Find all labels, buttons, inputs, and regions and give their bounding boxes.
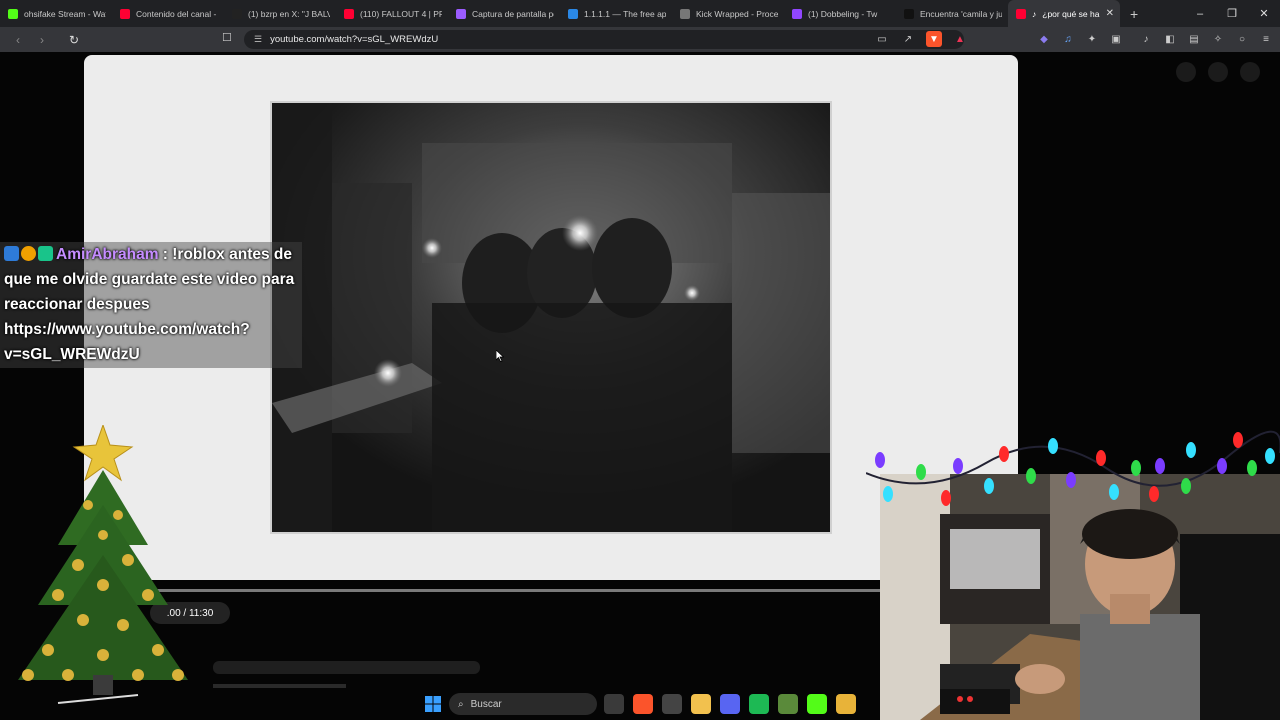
sub-months-badge-icon: [38, 246, 53, 261]
windows-taskbar: ⌕ Buscar: [0, 688, 880, 720]
extensions-puzzle-icon[interactable]: ✦: [1084, 31, 1100, 47]
tab-title: Contenido del canal - Y: [136, 8, 218, 19]
webcam-feed: [880, 474, 1280, 720]
gifter-badge-icon: [21, 246, 36, 261]
browser-toolbar: ‹ › ↻ ☐ ☰ youtube.com/watch?v=sGL_WREWdz…: [0, 27, 1280, 52]
browser-tab[interactable]: Captura de pantalla po: [448, 0, 560, 27]
search-icon: ⌕: [458, 698, 464, 710]
sidebar-icon[interactable]: ◧: [1162, 31, 1178, 47]
restore-icon[interactable]: ❐: [1216, 0, 1248, 27]
browser-tab[interactable]: Encuentra 'camila y juli: [896, 0, 1008, 27]
tab-title: 1.1.1.1 — The free app: [584, 8, 666, 19]
twitch-icon: [792, 8, 802, 19]
youtube-icon: [120, 8, 130, 19]
url-text: youtube.com/watch?v=sGL_WREWdzU: [270, 34, 439, 45]
kick-icon: [8, 8, 18, 19]
browser-tab[interactable]: ohsifake Stream - Wat: [0, 0, 112, 27]
vpn-icon[interactable]: ○: [1234, 31, 1250, 47]
browser-tab[interactable]: (110) FALLOUT 4 | PRIM: [336, 0, 448, 27]
bookmark-icon[interactable]: ☐: [222, 31, 232, 44]
new-tab-button[interactable]: +: [1120, 6, 1148, 22]
close-window-icon[interactable]: ✕: [1248, 0, 1280, 27]
browser-tab[interactable]: (1) bzrp en X: "J BALVIN: [224, 0, 336, 27]
taskbar-search-input[interactable]: ⌕ Buscar: [449, 693, 597, 715]
pen-icon: [456, 8, 466, 19]
spotify-icon[interactable]: [749, 694, 769, 714]
chat-message-body: que me olvide guardate este video para r…: [4, 271, 295, 363]
kick-icon[interactable]: [807, 694, 827, 714]
progress-bar[interactable]: [84, 589, 880, 592]
back-button[interactable]: ‹: [8, 30, 28, 50]
chat-username: AmirAbraham: [56, 246, 159, 263]
taskbar-search-placeholder: Buscar: [470, 698, 502, 710]
browser-tab[interactable]: 1.1.1.1 — The free app: [560, 0, 672, 27]
minecraft-icon[interactable]: [778, 694, 798, 714]
brave-icon[interactable]: [633, 694, 653, 714]
brave-shields-icon[interactable]: ▼: [926, 31, 942, 47]
screen: ohsifake Stream - Wat Contenido del canal…: [0, 0, 1280, 720]
video-title-placeholder: [213, 661, 480, 674]
brave-rewards-icon[interactable]: ▲: [952, 31, 968, 47]
tab-title: Captura de pantalla po: [472, 8, 554, 19]
tab-title: (1) bzrp en X: "J BALVIN: [248, 8, 330, 19]
screenshot-icon[interactable]: ▣: [1108, 31, 1124, 47]
close-tab-icon[interactable]: ✕: [1106, 8, 1114, 19]
minimize-icon[interactable]: –: [1184, 0, 1216, 27]
tab-title: ohsifake Stream - Wat: [24, 8, 106, 19]
cloudflare-icon: [568, 8, 578, 19]
tiktok-icon: [904, 8, 914, 19]
tab-title: (1) Dobbeling - Tw: [808, 8, 878, 19]
globe-icon: [680, 8, 690, 19]
create-icon[interactable]: [1176, 62, 1196, 82]
youtube-icon: [344, 8, 354, 19]
chat-overlay-message: AmirAbraham : !roblox antes de que me ol…: [0, 242, 302, 368]
tab-title: Kick Wrapped - Proces: [696, 8, 778, 19]
x-icon: [232, 8, 242, 19]
tab-title: Encuentra 'camila y juli: [920, 8, 1002, 19]
chat-badges: [4, 246, 53, 261]
site-info-icon[interactable]: ☰: [254, 34, 262, 45]
task-view-icon[interactable]: [604, 694, 624, 714]
video-scene-image: [272, 103, 830, 532]
chat-message-line1: : !roblox antes de: [158, 246, 292, 263]
browser-tab[interactable]: (1) Dobbeling - Tw: [784, 0, 896, 27]
browser-tab[interactable]: ♪ ¿por qué se ha ✕: [1008, 0, 1120, 27]
forward-button[interactable]: ›: [32, 30, 52, 50]
chrome-icon[interactable]: [662, 694, 682, 714]
file-explorer-icon[interactable]: [691, 694, 711, 714]
calendar-icon[interactable]: [836, 694, 856, 714]
audio-playing-icon[interactable]: ♪: [1032, 9, 1036, 19]
taskbar-apps: [604, 694, 856, 714]
video-frame[interactable]: [270, 101, 832, 534]
cast-icon[interactable]: ▭: [874, 31, 890, 47]
mouse-cursor-icon: [496, 350, 504, 362]
tab-strip: ohsifake Stream - Wat Contenido del canal…: [0, 0, 1280, 27]
wallet-icon[interactable]: ▤: [1186, 31, 1202, 47]
youtube-icon: [1016, 8, 1026, 19]
tab-title: ¿por qué se ha: [1042, 8, 1100, 19]
windows-start-icon[interactable]: [425, 696, 441, 712]
subscriber-badge-icon: [4, 246, 19, 261]
address-bar[interactable]: ☰ youtube.com/watch?v=sGL_WREWdzU: [244, 30, 964, 49]
christmas-tree-overlay: [18, 425, 188, 704]
share-icon[interactable]: ↗: [900, 31, 916, 47]
christmas-lights-overlay: [866, 430, 1280, 506]
browser-tab[interactable]: Contenido del canal - Y: [112, 0, 224, 27]
reload-button[interactable]: ↻: [64, 30, 84, 50]
media-icon[interactable]: ♪: [1138, 31, 1154, 47]
audio-extension-icon[interactable]: ♫: [1060, 31, 1076, 47]
avatar[interactable]: [1240, 62, 1260, 82]
browser-tab[interactable]: Kick Wrapped - Proces: [672, 0, 784, 27]
menu-icon[interactable]: ≡: [1258, 31, 1274, 47]
notifications-icon[interactable]: [1208, 62, 1228, 82]
discord-icon[interactable]: [720, 694, 740, 714]
tab-title: (110) FALLOUT 4 | PRIM: [360, 8, 442, 19]
leo-ai-icon[interactable]: ✧: [1210, 31, 1226, 47]
extension-leo-icon[interactable]: ◆: [1036, 31, 1052, 47]
